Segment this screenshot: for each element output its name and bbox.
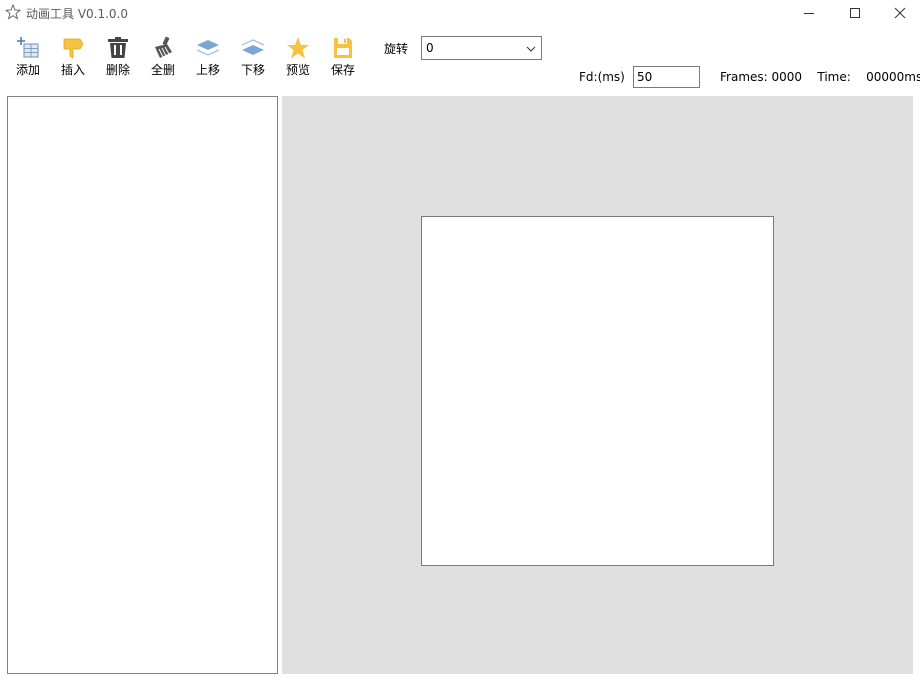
frames-value: 0000	[771, 70, 803, 84]
move-down-button[interactable]: 下移	[233, 36, 273, 82]
delete-all-label: 全删	[150, 63, 175, 77]
chevron-down-icon	[526, 46, 536, 52]
star-outline-icon	[5, 4, 21, 20]
minimize-icon	[804, 13, 814, 14]
frame-list[interactable]	[7, 96, 278, 674]
close-button[interactable]	[877, 0, 920, 26]
fd-input[interactable]	[633, 66, 700, 88]
delete-button[interactable]: 删除	[98, 36, 138, 82]
trash-icon	[108, 37, 128, 58]
minimize-button[interactable]	[786, 0, 832, 26]
layer-down-icon	[241, 39, 265, 55]
maximize-icon	[850, 8, 860, 18]
floppy-icon	[334, 38, 352, 58]
add-label: 添加	[15, 63, 40, 77]
rotation-label: 旋转	[384, 42, 409, 56]
time-value: 00000ms	[866, 70, 920, 84]
time-label: Time:	[817, 70, 851, 84]
title-bar: 动画工具 V0.1.0.0	[0, 0, 920, 26]
frames-label: Frames:	[720, 70, 768, 84]
canvas-area	[282, 96, 913, 674]
window-title: 动画工具 V0.1.0.0	[26, 7, 129, 21]
move-up-button[interactable]: 上移	[188, 36, 228, 82]
add-button[interactable]: 添加	[8, 36, 48, 82]
rotation-value: 0	[426, 41, 434, 55]
delete-label: 删除	[105, 63, 130, 77]
add-frame-icon	[17, 37, 39, 58]
insert-button[interactable]: 插入	[53, 36, 93, 82]
delete-all-button[interactable]: 全删	[143, 36, 183, 82]
save-label: 保存	[330, 63, 355, 77]
preview-label: 预览	[285, 63, 310, 77]
broom-icon	[155, 36, 172, 58]
rotation-select[interactable]: 0	[421, 36, 542, 60]
frames-status: Frames: 0000 Time: 00000ms	[720, 70, 920, 84]
save-button[interactable]: 保存	[323, 36, 363, 82]
fd-label: Fd:(ms)	[579, 70, 625, 84]
move-down-label: 下移	[240, 63, 265, 77]
insert-flag-icon	[63, 38, 84, 59]
maximize-button[interactable]	[832, 0, 878, 26]
star-icon	[287, 37, 309, 59]
preview-button[interactable]: 预览	[278, 36, 318, 82]
insert-label: 插入	[60, 63, 85, 77]
layer-up-icon	[196, 40, 220, 56]
preview-canvas[interactable]	[421, 216, 774, 566]
close-icon	[894, 7, 906, 19]
move-up-label: 上移	[195, 63, 220, 77]
